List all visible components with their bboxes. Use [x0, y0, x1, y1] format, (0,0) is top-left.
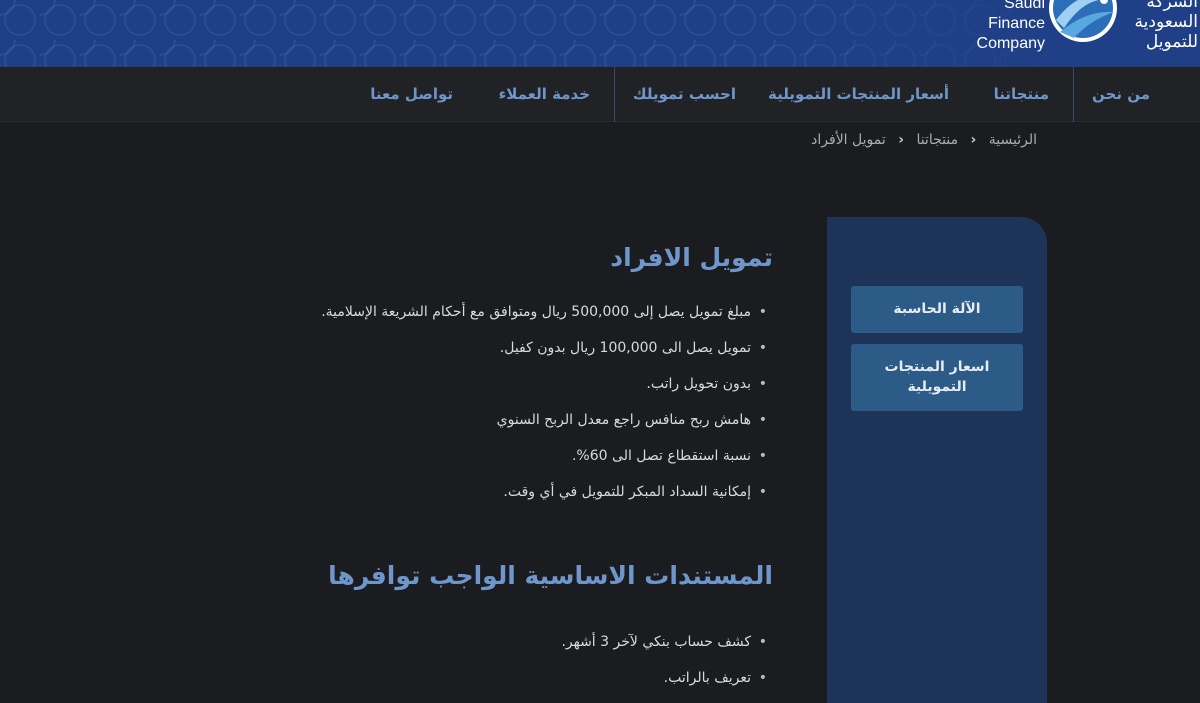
breadcrumb: الرئيسية ‹ منتجاتنا ‹ تمويل الأفراد: [811, 132, 1037, 148]
product-prices-button-line1: اسعار المنتجات: [884, 359, 990, 375]
breadcrumb-current: تمويل الأفراد: [811, 132, 886, 148]
breadcrumb-home[interactable]: الرئيسية: [989, 132, 1037, 148]
product-prices-button-line2: التمويلية: [907, 379, 967, 395]
main-navigation: من نحن منتجاتنا أسعار المنتجات التمويلية…: [0, 67, 1200, 122]
nav-separator: [1073, 67, 1074, 122]
logo-en-line3: Company: [976, 35, 1045, 52]
product-prices-button[interactable]: اسعار المنتجات التمويلية: [851, 344, 1023, 411]
nav-item-about-us[interactable]: من نحن: [1092, 67, 1150, 122]
logo-en-line2: Finance: [988, 15, 1045, 32]
calculator-button[interactable]: الآلة الحاسبة: [851, 286, 1023, 333]
main-content: تمويل الافراد مبلغ تمويل يصل إلى 500,000…: [240, 230, 773, 696]
nav-item-product-prices[interactable]: أسعار المنتجات التمويلية: [768, 67, 949, 122]
nav-separator: [614, 67, 615, 122]
list-item: نسبة استقطاع تصل الى 60%.: [240, 438, 773, 474]
list-item: كشف حساب بنكي لآخر 3 أشهر.: [240, 624, 773, 660]
list-item: تعريف بالراتب.: [240, 660, 773, 696]
side-panel: الآلة الحاسبة اسعار المنتجات التمويلية: [827, 217, 1047, 703]
logo-english-text[interactable]: Saudi Finance Company: [955, 0, 1045, 54]
breadcrumb-chevron-icon: ‹: [970, 132, 977, 148]
logo-icon[interactable]: [1046, 0, 1120, 54]
list-item: إمكانية السداد المبكر للتمويل في أي وقت.: [240, 474, 773, 510]
nav-item-finance-calculator[interactable]: احسب تمويلك: [633, 67, 736, 122]
logo-arabic-text[interactable]: الشركة السعودية للتمويل: [1118, 0, 1198, 52]
documents-list: كشف حساب بنكي لآخر 3 أشهر. تعريف بالراتب…: [240, 624, 773, 696]
list-item: بدون تحويل راتب.: [240, 366, 773, 402]
nav-item-contact-us[interactable]: تواصل معنا: [370, 67, 453, 122]
nav-item-our-products[interactable]: منتجاتنا: [994, 67, 1049, 122]
features-list: مبلغ تمويل يصل إلى 500,000 ريال ومتوافق …: [240, 294, 773, 510]
section-title-personal-finance: تمويل الافراد: [610, 243, 773, 272]
logo-ar-line2: السعودية: [1134, 12, 1198, 32]
list-item: مبلغ تمويل يصل إلى 500,000 ريال ومتوافق …: [240, 294, 773, 330]
logo-en-line1: Saudi: [1004, 0, 1045, 12]
logo-ar-line1: الشركة: [1146, 0, 1198, 12]
logo-ar-line3: للتمويل: [1145, 32, 1198, 52]
list-item: هامش ربح منافس راجع معدل الربح السنوي: [240, 402, 773, 438]
header-banner: Saudi Finance Company الشركة السعودية لل…: [0, 0, 1200, 67]
breadcrumb-products[interactable]: منتجاتنا: [916, 132, 958, 148]
breadcrumb-chevron-icon: ‹: [898, 132, 904, 148]
list-item: تمويل يصل الى 100,000 ريال بدون كفيل.: [240, 330, 773, 366]
section-title-required-documents: المستندات الاساسية الواجب توافرها: [328, 561, 773, 590]
nav-item-customer-service[interactable]: خدمة العملاء: [499, 67, 590, 122]
